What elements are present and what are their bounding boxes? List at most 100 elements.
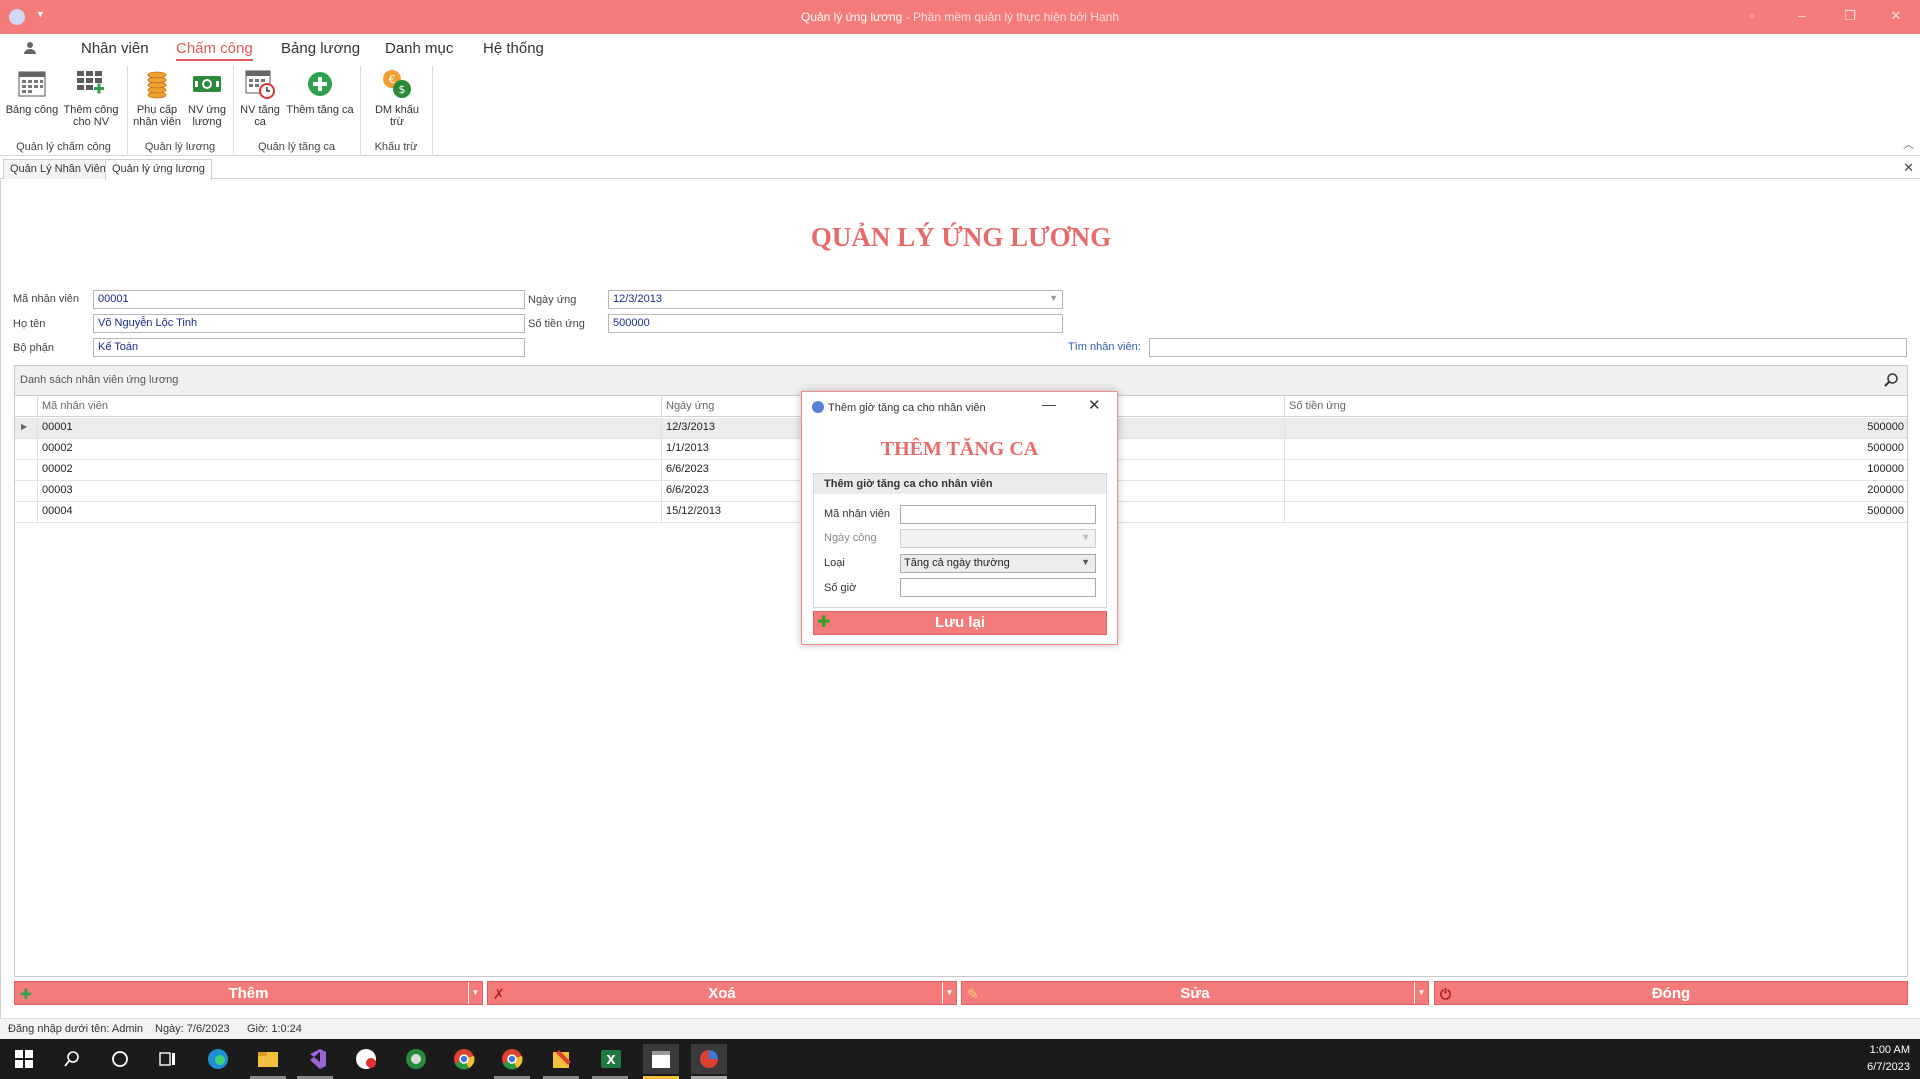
dialog-loai-select[interactable]: Tăng cả ngày thường ▼ bbox=[900, 554, 1096, 573]
payroll-app-icon[interactable] bbox=[691, 1044, 727, 1074]
tab-quan-ly-nhan-vien[interactable]: Quản Lý Nhân Viên bbox=[3, 159, 113, 179]
dm-khau-label-1: DM khấu bbox=[374, 104, 420, 116]
them-cong-label-1: Thêm công bbox=[63, 104, 119, 116]
nv-ung-luong-button[interactable]: NV ứng lương bbox=[186, 68, 228, 128]
cell-tien: 500000 bbox=[1284, 502, 1908, 522]
ribbon-display-icon[interactable]: ▫ bbox=[1742, 8, 1762, 26]
app-icon bbox=[812, 401, 824, 413]
coins-dollar-icon: € $ bbox=[381, 68, 413, 100]
power-icon: ⏻ bbox=[1440, 986, 1452, 1002]
dialog-title: Thêm giờ tăng ca cho nhân viên bbox=[812, 401, 986, 414]
bo-phan-input[interactable]: Kế Toán bbox=[93, 338, 525, 357]
search-input[interactable] bbox=[1149, 338, 1907, 357]
dialog-heading: THÊM TĂNG CA bbox=[880, 438, 1039, 460]
dialog-ma-nv-input[interactable] bbox=[900, 505, 1096, 524]
tab-quan-ly-ung-luong[interactable]: Quản lý ứng lương bbox=[105, 159, 212, 180]
maximize-icon[interactable]: ❐ bbox=[1840, 8, 1860, 26]
them-button[interactable]: ✚ Thêm ▼ bbox=[14, 981, 483, 1005]
cell-ma: 00004 bbox=[37, 502, 661, 522]
cell-ngay: 12/3/2013 bbox=[661, 418, 801, 438]
tab-cham-cong[interactable]: Chấm công bbox=[176, 40, 253, 61]
chevron-down-icon[interactable]: ▼ bbox=[1414, 982, 1428, 1004]
dialog-group: Thêm giờ tăng ca cho nhân viên Mã nhân v… bbox=[813, 473, 1107, 608]
chevron-down-icon[interactable]: ▼ bbox=[468, 982, 482, 1004]
cell-ngay: 6/6/2023 bbox=[661, 460, 801, 480]
excel-icon[interactable]: X bbox=[599, 1047, 623, 1071]
dialog-so-gio-label: Số giờ bbox=[824, 582, 857, 594]
chrome-icon[interactable] bbox=[452, 1047, 476, 1071]
chat-app-icon[interactable] bbox=[354, 1047, 378, 1071]
chrome-icon[interactable] bbox=[500, 1047, 524, 1071]
chevron-down-icon[interactable]: ▼ bbox=[942, 982, 956, 1004]
ribbon-separator bbox=[432, 66, 433, 154]
dialog-minimize-icon[interactable]: — bbox=[1042, 396, 1056, 412]
cell-ma: 00001 bbox=[37, 418, 661, 438]
cell-tien: 500000 bbox=[1284, 439, 1908, 459]
bang-cong-label: Bảng công bbox=[5, 104, 59, 116]
tab-he-thong[interactable]: Hệ thống bbox=[483, 40, 544, 57]
file-explorer-icon[interactable] bbox=[256, 1047, 280, 1071]
nv-ung-label-1: NV ứng bbox=[188, 104, 226, 116]
close-icon[interactable]: ✕ bbox=[1886, 8, 1906, 26]
calendar-app-icon[interactable] bbox=[643, 1044, 679, 1074]
visual-studio-icon[interactable] bbox=[304, 1047, 328, 1071]
ma-nhan-vien-input[interactable]: 00001 bbox=[93, 290, 525, 309]
browser-app-icon[interactable] bbox=[404, 1047, 428, 1071]
cortana-icon[interactable] bbox=[108, 1047, 132, 1071]
dm-khau-tru-button[interactable]: € $ DM khấu trừ bbox=[370, 68, 424, 128]
xoa-button[interactable]: ✗ Xoá ▼ bbox=[487, 981, 957, 1005]
dm-khau-label-2: trừ bbox=[389, 116, 405, 128]
task-view-icon[interactable] bbox=[156, 1047, 180, 1071]
coin-stack-icon bbox=[141, 68, 173, 100]
cell-ngay: 1/1/2013 bbox=[661, 439, 801, 459]
window-title-suffix: - Phần mềm quản lý thực hiện bởi Hạnh bbox=[902, 10, 1119, 24]
status-bar: Đăng nhập dưới tên: Admin Ngày: 7/6/2023… bbox=[0, 1018, 1920, 1039]
phu-cap-button[interactable]: Phụ cấp nhân viên bbox=[131, 68, 183, 128]
sua-button[interactable]: ✎ Sửa ▼ bbox=[961, 981, 1429, 1005]
ma-nhan-vien-label: Mã nhân viên bbox=[13, 293, 80, 305]
taskbar: X 1:00 AM 6/7/2023 bbox=[0, 1039, 1920, 1079]
collapse-ribbon-icon[interactable]: ︿ bbox=[1903, 136, 1914, 152]
delete-icon: ✗ bbox=[493, 986, 505, 1002]
cell-ma: 00003 bbox=[37, 481, 661, 501]
nv-tang-label-1: NV tăng bbox=[240, 104, 280, 116]
column-header-ma-nhan-vien[interactable]: Mã nhân viên bbox=[37, 397, 675, 417]
tab-danh-muc[interactable]: Danh mục bbox=[385, 40, 453, 57]
column-header-so-tien-ung[interactable]: Số tiền ứng bbox=[1284, 397, 1908, 417]
svg-text:$: $ bbox=[399, 83, 406, 96]
dialog-loai-value: Tăng cả ngày thường bbox=[904, 557, 1010, 569]
edge-icon[interactable] bbox=[206, 1047, 230, 1071]
dialog-close-icon[interactable]: ✕ bbox=[1088, 396, 1101, 414]
nv-tang-ca-button[interactable]: NV tăng ca bbox=[237, 68, 283, 128]
luu-lai-button[interactable]: ✚ Lưu lại bbox=[813, 611, 1107, 635]
chevron-down-icon[interactable]: ▼ bbox=[1049, 293, 1058, 303]
them-tang-ca-button[interactable]: Thêm tăng ca bbox=[285, 68, 355, 116]
design-tool-icon[interactable] bbox=[550, 1047, 574, 1071]
windows-start-icon[interactable] bbox=[12, 1047, 36, 1071]
ngay-ung-picker[interactable]: 12/3/2013 ▼ bbox=[608, 290, 1063, 309]
bang-cong-button[interactable]: Bảng công bbox=[5, 68, 59, 116]
dong-label: Đóng bbox=[1651, 985, 1691, 1002]
close-tab-icon[interactable]: ✕ bbox=[1903, 160, 1914, 176]
them-cong-button[interactable]: Thêm công cho NV bbox=[63, 68, 119, 128]
search-icon[interactable] bbox=[1883, 372, 1899, 391]
tab-bang-luong[interactable]: Bảng lương bbox=[281, 40, 360, 57]
phu-cap-label-2: nhân viên bbox=[133, 116, 181, 128]
ho-ten-input[interactable]: Võ Nguyễn Lộc Tinh bbox=[93, 314, 525, 333]
add-table-icon bbox=[75, 68, 107, 100]
dialog-so-gio-input[interactable] bbox=[900, 578, 1096, 597]
sua-label: Sửa bbox=[1180, 985, 1210, 1002]
group-label-tang-ca: Quản lý tăng ca bbox=[257, 141, 336, 153]
dong-button[interactable]: ⏻ Đóng bbox=[1434, 981, 1908, 1005]
minimize-icon[interactable]: – bbox=[1792, 8, 1812, 26]
calendar-grid-icon bbox=[16, 68, 48, 100]
luu-lai-label: Lưu lại bbox=[934, 614, 986, 631]
nv-ung-label-2: lương bbox=[192, 116, 222, 128]
system-clock[interactable]: 1:00 AM 6/7/2023 bbox=[1867, 1042, 1910, 1076]
so-tien-ung-input[interactable]: 500000 bbox=[608, 314, 1063, 333]
ngay-ung-label: Ngày ứng bbox=[528, 294, 577, 306]
search-icon[interactable] bbox=[60, 1047, 84, 1071]
user-icon[interactable] bbox=[23, 40, 39, 59]
tab-nhan-vien[interactable]: Nhân viên bbox=[81, 40, 149, 57]
chevron-down-icon[interactable]: ▼ bbox=[1081, 557, 1090, 567]
